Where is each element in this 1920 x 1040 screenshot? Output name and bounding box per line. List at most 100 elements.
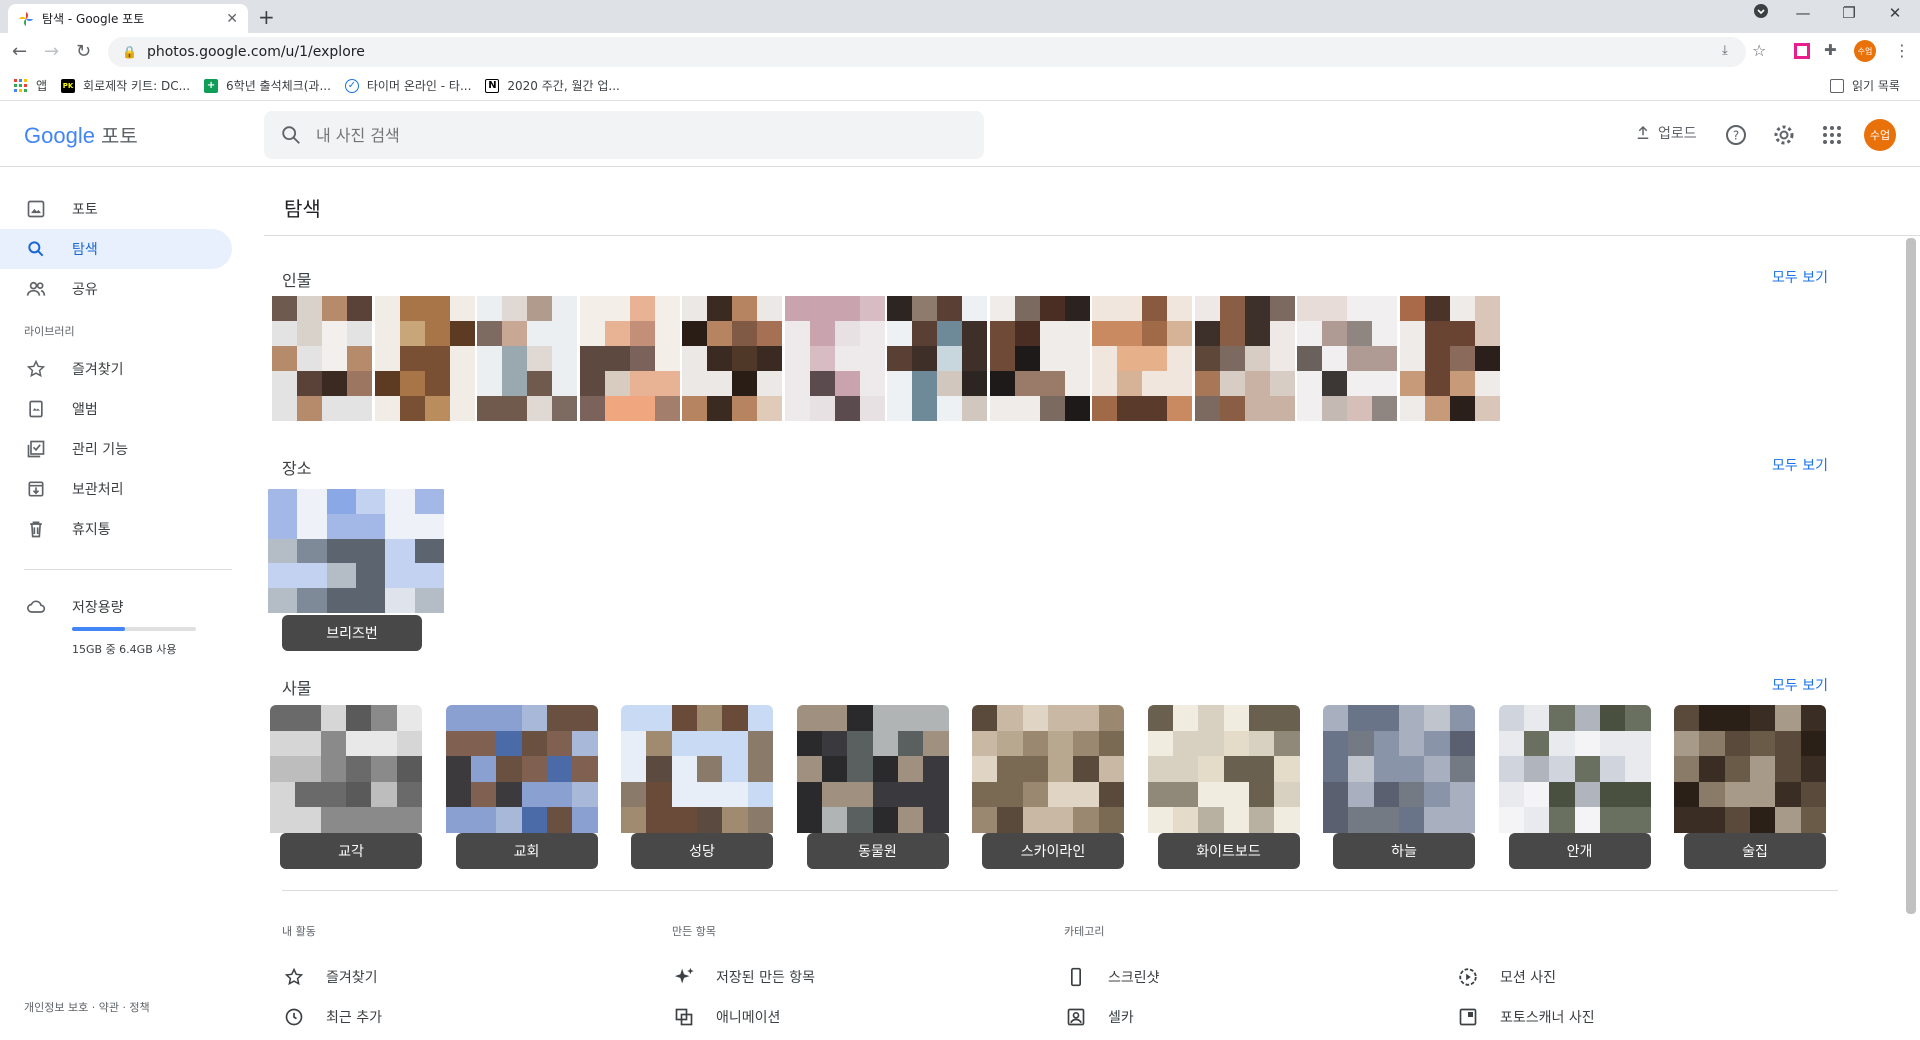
tab-search-icon[interactable] <box>1738 4 1784 22</box>
account-avatar[interactable]: 수업 <box>1864 119 1896 151</box>
people-see-all-link[interactable]: 모두 보기 <box>1772 267 1828 287</box>
thumbnail-pixel <box>747 756 773 782</box>
scrollbar-thumb[interactable] <box>1906 238 1916 914</box>
person-face-thumbnail[interactable] <box>374 296 475 421</box>
bookmark-apps[interactable]: 앱 <box>14 77 47 94</box>
link-selfies[interactable]: 셀카 <box>1064 1005 1134 1029</box>
thumbnail-pixel <box>1449 705 1475 731</box>
sidebar-item-explore[interactable]: 탐색 <box>0 229 232 269</box>
sidebar-item-sharing[interactable]: 공유 <box>0 269 232 309</box>
thing-tile[interactable]: 화이트보드 <box>1147 705 1300 869</box>
thumbnail-pixel <box>322 321 347 346</box>
person-face-thumbnail[interactable] <box>989 296 1090 421</box>
person-face-thumbnail[interactable] <box>1092 296 1192 421</box>
bookmark-timer[interactable]: ✓ 타이머 온라인 - 타... <box>344 77 471 94</box>
thumbnail-pixel <box>1098 807 1124 833</box>
creations-header: 만든 항목 <box>672 925 716 938</box>
reload-icon[interactable]: ↻ <box>76 41 91 62</box>
thumbnail-pixel <box>629 346 655 371</box>
sidebar-item-albums[interactable]: 앨범 <box>0 389 232 429</box>
trash-icon <box>26 519 46 539</box>
person-face-thumbnail[interactable] <box>887 296 987 421</box>
search-input[interactable] <box>316 125 916 145</box>
help-icon[interactable]: ? <box>1724 123 1748 147</box>
extension-icon[interactable] <box>1794 43 1810 59</box>
new-tab-icon[interactable]: + <box>258 5 275 29</box>
search-icon[interactable] <box>280 124 302 146</box>
forward-icon[interactable]: → <box>44 41 59 62</box>
thumbnail-pixel <box>629 396 655 421</box>
address-bar[interactable]: 🔒 photos.google.com/u/1/explore <box>108 37 1746 67</box>
search-bar[interactable] <box>264 111 984 159</box>
restore-icon[interactable]: ❐ <box>1826 4 1872 22</box>
place-tile-brisbane[interactable]: 브리즈번 <box>266 487 446 651</box>
bookmark-attendance[interactable]: + 6학년 출석체크(과... <box>204 77 331 94</box>
bookmark-notion[interactable]: N 2020 주간, 월간 업... <box>485 77 620 94</box>
bookmark-star-icon[interactable]: ☆ <box>1752 41 1766 60</box>
album-icon <box>26 399 46 419</box>
thumbnail-pixel <box>722 781 748 808</box>
back-icon[interactable]: ← <box>12 41 27 62</box>
thing-tile[interactable]: 교회 <box>445 705 598 869</box>
person-face-thumbnail[interactable] <box>272 296 372 421</box>
thumbnail-pixel <box>1800 756 1826 782</box>
things-see-all-link[interactable]: 모두 보기 <box>1772 675 1828 695</box>
thumbnail-pixel <box>1775 730 1801 757</box>
thumbnail-pixel <box>1399 807 1425 833</box>
thing-tile[interactable]: 교각 <box>270 705 422 869</box>
minimize-icon[interactable]: — <box>1780 4 1826 22</box>
extensions-puzzle-icon[interactable]: ✚ <box>1824 41 1837 59</box>
thumbnail-pixel <box>821 807 848 833</box>
link-screenshots[interactable]: 스크린샷 <box>1064 965 1160 989</box>
thing-tile[interactable]: 동물원 <box>796 705 949 869</box>
upload-button[interactable]: 업로드 <box>1634 123 1697 143</box>
person-face-thumbnail[interactable] <box>1194 296 1295 421</box>
places-see-all-link[interactable]: 모두 보기 <box>1772 455 1828 475</box>
tab-close-icon[interactable]: ✕ <box>226 11 238 27</box>
google-apps-icon[interactable] <box>1820 123 1844 147</box>
link-motion-photos[interactable]: 모션 사진 <box>1456 965 1556 989</box>
google-photos-logo[interactable]: Google 포토 <box>24 120 138 149</box>
thing-tile[interactable]: 술집 <box>1674 705 1826 869</box>
link-photoscan[interactable]: 포토스캐너 사진 <box>1456 1005 1595 1029</box>
person-face-thumbnail[interactable] <box>579 296 680 421</box>
thumbnail-pixel <box>1117 321 1142 346</box>
browser-tab[interactable]: 탐색 - Google 포토 ✕ <box>8 4 248 33</box>
profile-avatar[interactable]: 수업 <box>1854 40 1876 62</box>
thing-tile[interactable]: 안개 <box>1498 705 1651 869</box>
person-face-thumbnail[interactable] <box>1399 296 1500 421</box>
thumbnail-pixel <box>552 346 577 371</box>
storage-label: 저장용량 <box>72 600 124 616</box>
sidebar-item-utilities[interactable]: 관리 기능 <box>0 429 232 469</box>
reading-list[interactable]: 읽기 목록 <box>1830 77 1900 94</box>
person-face-thumbnail[interactable] <box>682 296 782 421</box>
thumbnail-pixel <box>747 705 773 731</box>
link-favorites[interactable]: 즐겨찾기 <box>282 965 378 989</box>
sidebar-item-trash[interactable]: 휴지통 <box>0 509 232 549</box>
sidebar-item-storage[interactable]: 저장용량 <box>0 587 232 627</box>
thumbnail-pixel <box>747 730 773 757</box>
window-close-icon[interactable]: ✕ <box>1872 4 1918 22</box>
thing-tile[interactable]: 하늘 <box>1323 705 1475 869</box>
sidebar-item-archive[interactable]: 보관처리 <box>0 469 232 509</box>
link-saved-creations[interactable]: 저장된 만든 항목 <box>672 965 815 989</box>
footer-links[interactable]: 개인정보 보호 · 약관 · 정책 <box>24 999 150 1015</box>
link-recently-added[interactable]: 최근 추가 <box>282 1005 382 1029</box>
person-face-thumbnail[interactable] <box>477 296 577 421</box>
thumbnail-pixel <box>1172 705 1199 731</box>
sidebar-item-photos[interactable]: 포토 <box>0 189 232 229</box>
sidebar-item-favorites[interactable]: 즐겨찾기 <box>0 349 232 389</box>
thing-tile[interactable]: 스카이라인 <box>972 705 1124 869</box>
person-face-thumbnail[interactable] <box>784 296 885 421</box>
person-face-thumbnail[interactable] <box>1297 296 1397 421</box>
install-app-icon[interactable]: ⤓ <box>1722 43 1728 58</box>
bookmark-circuit-kit[interactable]: PK 회로제작 키트: DC... <box>61 77 190 94</box>
thumbnail-pixel <box>1117 296 1142 321</box>
browser-menu-icon[interactable]: ⋮ <box>1894 41 1910 60</box>
thumbnail-pixel <box>347 396 372 421</box>
thumbnail-pixel <box>320 781 346 808</box>
link-animations[interactable]: 애니메이션 <box>672 1005 780 1029</box>
settings-gear-icon[interactable] <box>1772 123 1796 147</box>
bookmark-label: 2020 주간, 월간 업... <box>507 79 620 93</box>
thing-tile[interactable]: 성당 <box>621 705 773 869</box>
